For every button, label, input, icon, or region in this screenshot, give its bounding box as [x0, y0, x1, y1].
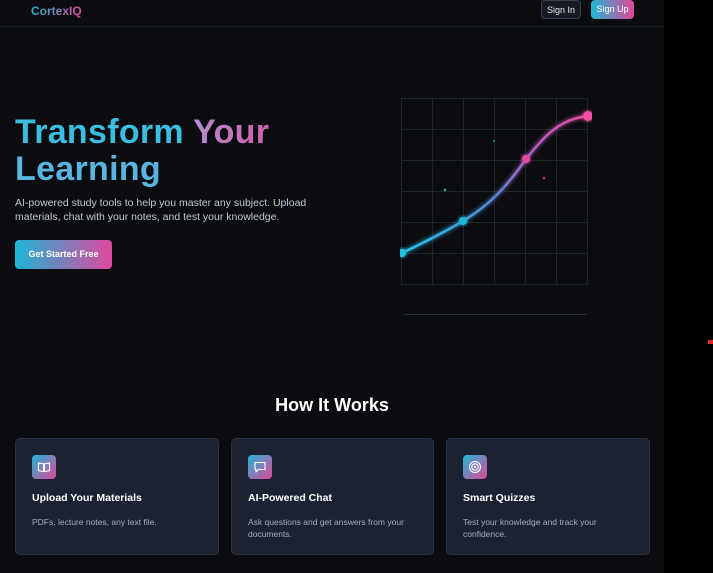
curve-point — [583, 111, 592, 121]
curve-point — [522, 155, 530, 163]
get-started-button[interactable]: Get Started Free — [15, 240, 112, 269]
how-it-works-title: How It Works — [275, 395, 389, 415]
hero-title-line1: Transform Your — [15, 114, 269, 151]
navbar: CortexIQ Sign In Sign Up — [0, 0, 664, 27]
feature-card-upload: Upload Your Materials PDFs, lecture note… — [15, 438, 219, 555]
sparkle-dot — [542, 176, 546, 180]
hero-subtitle: AI-powered study tools to help you maste… — [15, 197, 307, 223]
landing-page: CortexIQ Sign In Sign Up Transform Your … — [0, 0, 664, 573]
card-description: Test your knowledge and track your confi… — [463, 517, 597, 539]
card-title: Upload Your Materials — [32, 492, 142, 504]
card-description: Ask questions and get answers from your … — [248, 517, 404, 539]
hero-title-line2: Learning — [15, 150, 161, 188]
card-description: PDFs, lecture notes, any text file. — [32, 517, 157, 527]
sign-in-button[interactable]: Sign In — [541, 0, 581, 19]
hero-title-word1: Transform — [15, 113, 184, 151]
hero-title-word2: Your — [193, 113, 270, 151]
card-title: Smart Quizzes — [463, 492, 536, 504]
chat-icon — [248, 455, 272, 479]
curve-point — [459, 217, 467, 225]
sign-up-button[interactable]: Sign Up — [591, 0, 634, 19]
logo[interactable]: CortexIQ — [31, 4, 82, 18]
divider — [404, 314, 587, 315]
hero-title: Transform Your Learning — [15, 114, 269, 188]
sparkle-dot — [493, 140, 495, 142]
feature-card-chat: AI-Powered Chat Ask questions and get an… — [231, 438, 434, 555]
book-icon — [32, 455, 56, 479]
sparkle-dot — [443, 188, 447, 192]
target-icon — [463, 455, 487, 479]
indicator-dot — [708, 340, 713, 344]
feature-card-quizzes: Smart Quizzes Test your knowledge and tr… — [446, 438, 650, 555]
learning-curve-graphic — [400, 98, 592, 285]
card-title: AI-Powered Chat — [248, 492, 333, 504]
